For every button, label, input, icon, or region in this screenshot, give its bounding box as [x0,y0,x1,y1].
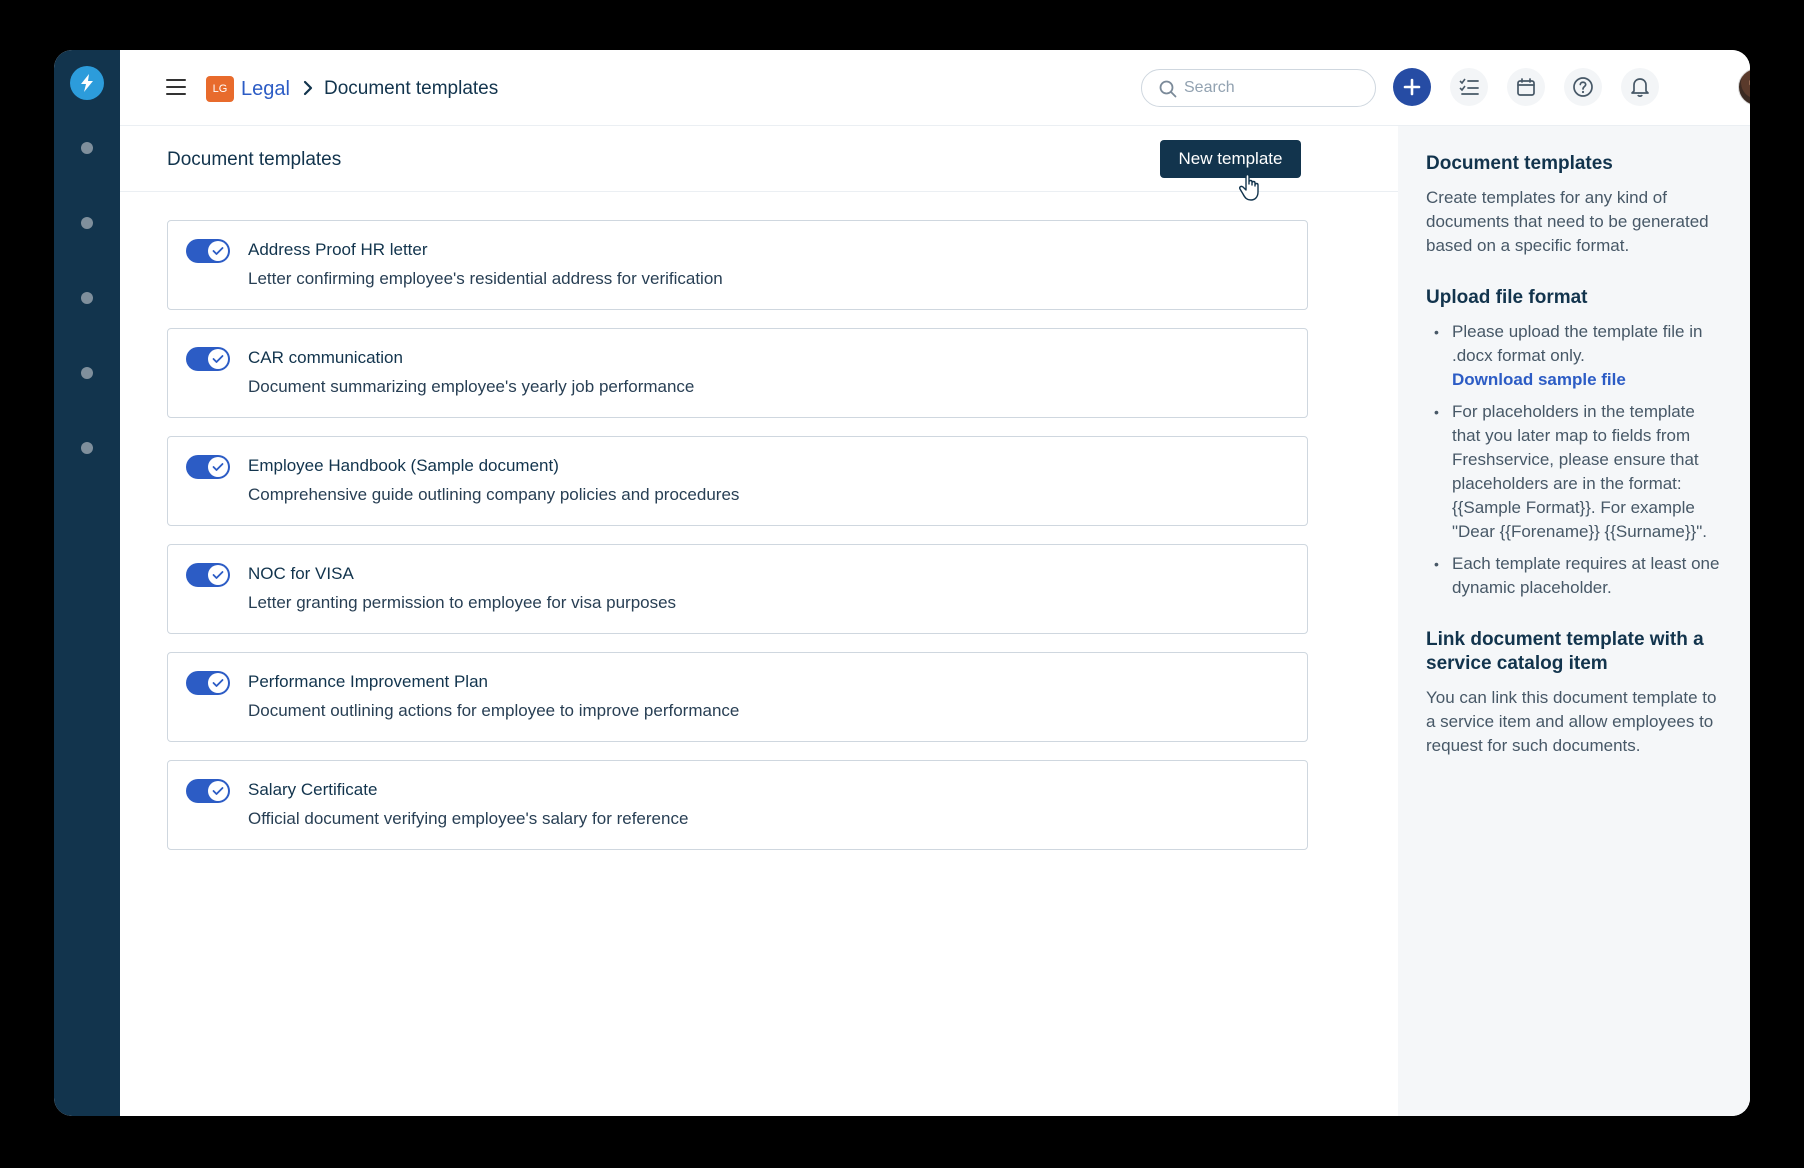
link-catalog-text: You can link this document template to a… [1426,688,1717,755]
search-box[interactable] [1141,69,1376,107]
template-card[interactable]: Performance Improvement Plan Document ou… [167,652,1308,742]
template-title: Salary Certificate [248,780,378,799]
avatar[interactable] [1738,68,1750,106]
template-description: Comprehensive guide outlining company po… [248,485,740,504]
app-window: LG Legal Document templates Search Docum… [54,50,1750,1116]
check-icon [208,673,228,693]
template-card[interactable]: NOC for VISA Letter granting permission … [167,544,1308,634]
template-card[interactable]: Address Proof HR letter Letter confirmin… [167,220,1308,310]
template-description: Official document verifying employee's s… [248,809,689,828]
template-description: Document outlining actions for employee … [248,701,740,720]
hamburger-icon[interactable] [166,79,186,95]
check-icon [208,349,228,369]
check-icon [208,241,228,261]
sidebar-intro: Create templates for any kind of documen… [1426,188,1709,255]
rail-nav-item[interactable] [81,217,93,229]
template-description: Letter granting permission to employee f… [248,593,677,612]
rail-nav-item[interactable] [81,367,93,379]
template-title: NOC for VISA [248,564,354,583]
rail-nav-item[interactable] [81,442,93,454]
list-item: Please upload the template file in .docx… [1426,320,1724,392]
bell-icon[interactable] [1621,68,1659,106]
main-area: LG Legal Document templates Search Docum… [120,50,1750,1116]
template-toggle[interactable] [186,455,230,479]
new-template-button[interactable]: New template [1160,140,1301,178]
template-toggle[interactable] [186,563,230,587]
help-sidebar: Document templates Create templates for … [1398,126,1750,1116]
list-item: For placeholders in the template that yo… [1426,400,1724,544]
template-card[interactable]: Salary Certificate Official document ver… [167,760,1308,850]
hand-cursor-icon [1238,172,1264,207]
breadcrumb-current-page: Document templates [324,78,499,99]
template-description: Letter confirming employee's residential… [248,269,723,288]
search-input[interactable] [1184,79,1354,97]
template-card[interactable]: CAR communication Document summarizing e… [167,328,1308,418]
template-toggle[interactable] [186,347,230,371]
template-toggle[interactable] [186,779,230,803]
upload-bullet-docx: Please upload the template file in .docx… [1452,322,1703,365]
help-icon[interactable] [1564,68,1602,106]
template-title: CAR communication [248,348,403,367]
template-card[interactable]: Employee Handbook (Sample document) Comp… [167,436,1308,526]
upload-bullet-dynamic: Each template requires at least one dyna… [1452,554,1720,597]
plus-icon[interactable] [1393,68,1431,106]
template-title: Employee Handbook (Sample document) [248,456,559,475]
sidebar-title: Document templates [1426,153,1613,174]
upload-format-heading: Upload file format [1426,287,1588,308]
template-title: Performance Improvement Plan [248,672,488,691]
check-icon [208,565,228,585]
top-bar: LG Legal Document templates [120,50,1750,126]
template-toggle[interactable] [186,671,230,695]
page-title: Document templates [167,149,342,170]
check-icon [208,457,228,477]
upload-bullet-placeholders: For placeholders in the template that yo… [1452,402,1707,541]
template-title: Address Proof HR letter [248,240,428,259]
download-sample-link[interactable]: Download sample file [1452,368,1724,392]
bolt-icon[interactable] [70,66,104,100]
calendar-icon[interactable] [1507,68,1545,106]
template-toggle[interactable] [186,239,230,263]
check-icon [208,781,228,801]
link-catalog-heading: Link document template with a service ca… [1426,629,1704,674]
upload-format-list: Please upload the template file in .docx… [1426,320,1724,600]
breadcrumb-workspace-link[interactable]: Legal [241,78,290,101]
template-list: Address Proof HR letter Letter confirmin… [167,220,1308,868]
search-icon [1159,80,1177,98]
template-description: Document summarizing employee's yearly j… [248,377,695,396]
content-header: Document templates New template [120,126,1398,201]
list-item: Each template requires at least one dyna… [1426,552,1724,600]
left-rail [54,50,120,1116]
workspace-badge: LG [206,76,234,102]
rail-nav-item[interactable] [81,142,93,154]
chevron-right-icon [302,79,314,102]
rail-nav-item[interactable] [81,292,93,304]
checklist-icon[interactable] [1450,68,1488,106]
